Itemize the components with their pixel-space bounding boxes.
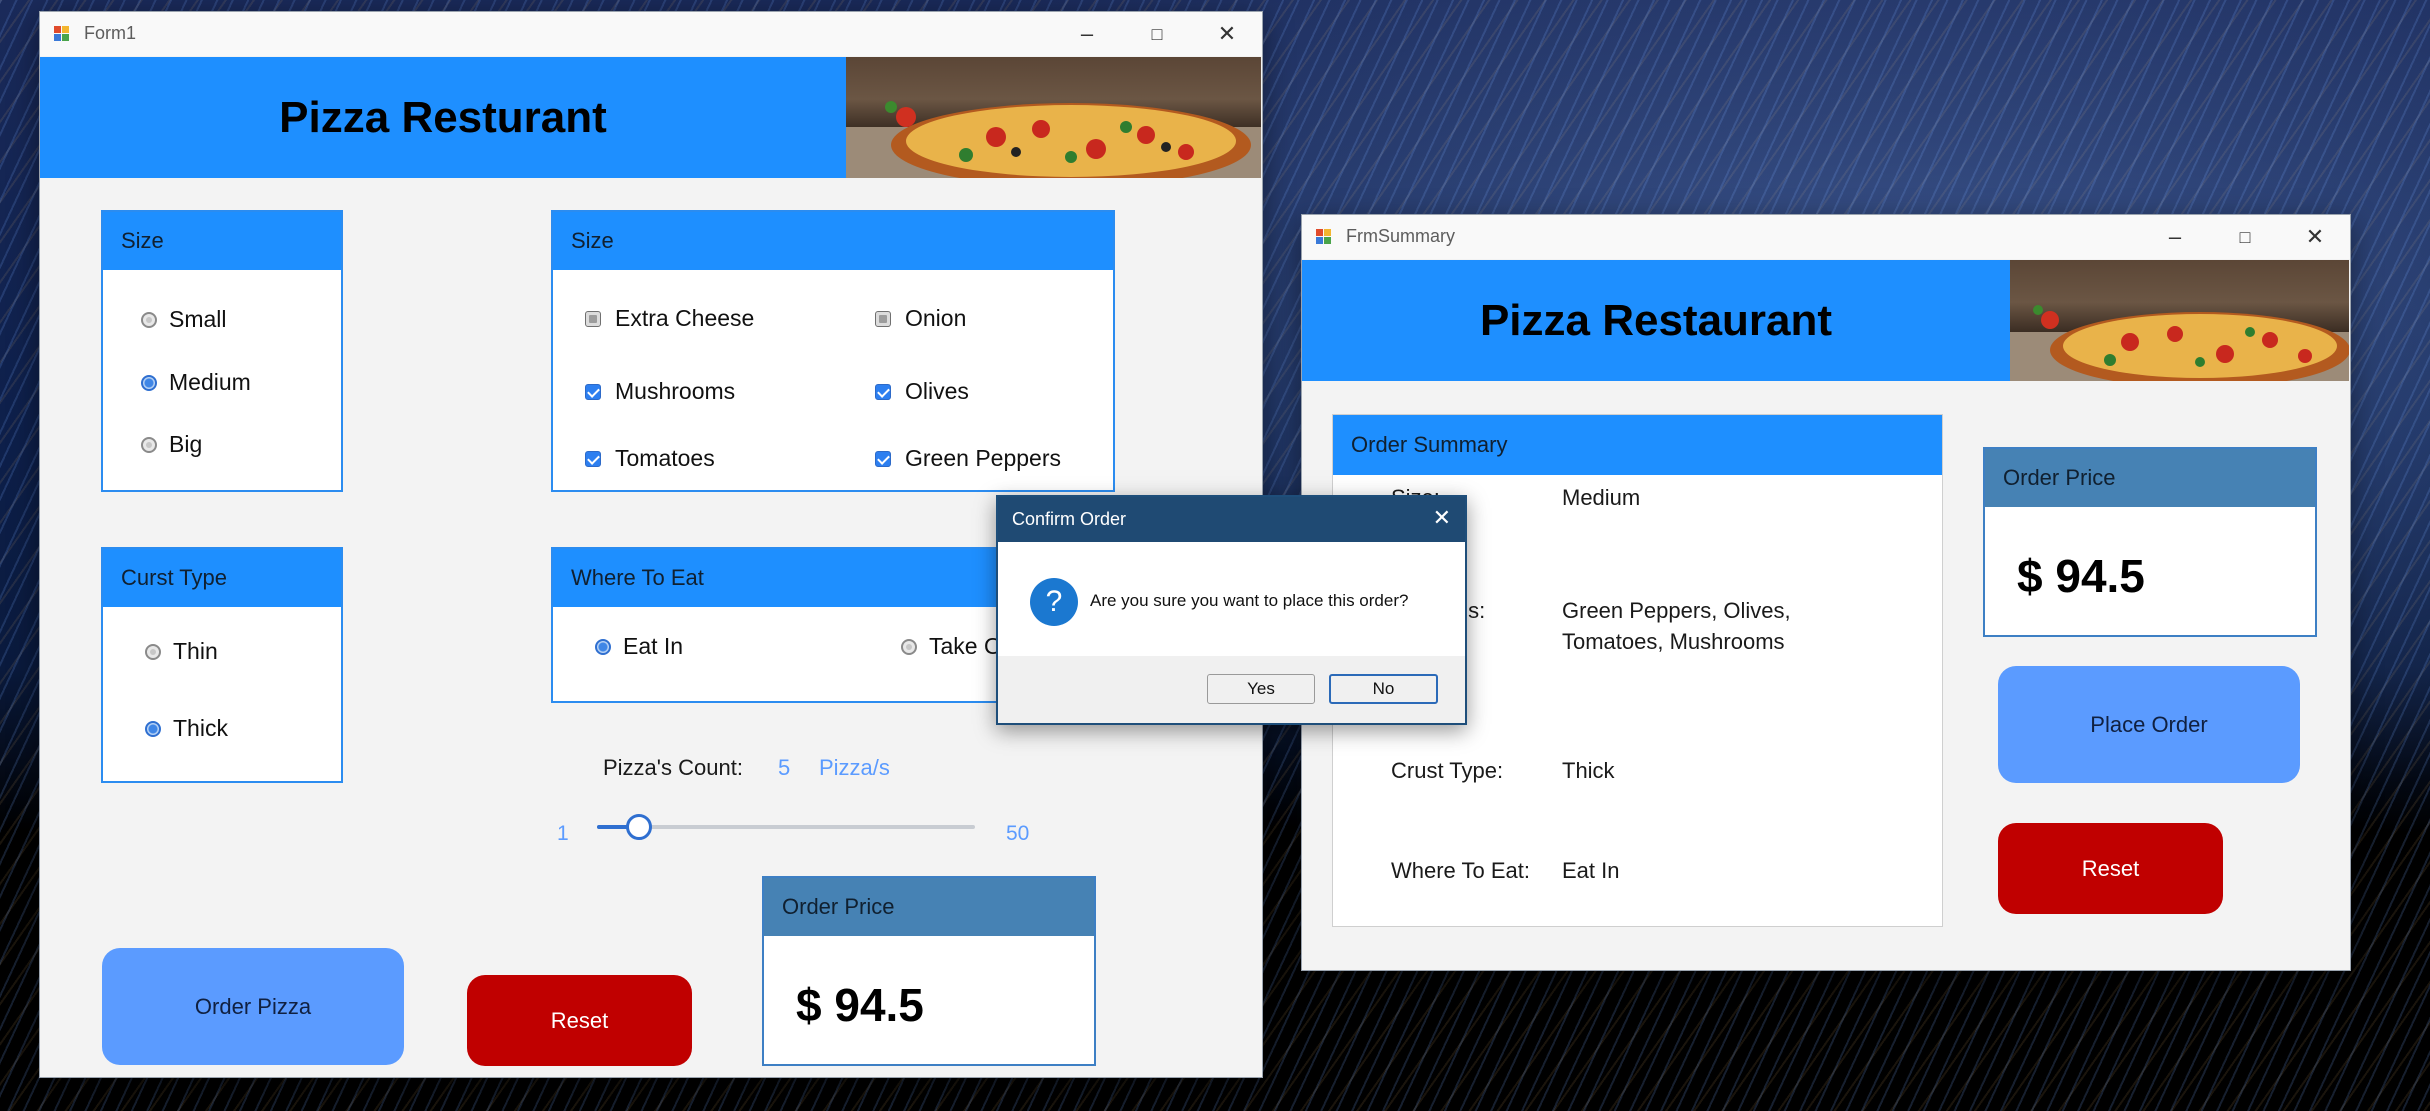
summary-reset-button[interactable]: Reset (1998, 823, 2223, 914)
checkbox-tomatoes-label: Tomatoes (615, 445, 715, 471)
order-summary-header: Order Summary (1333, 415, 1942, 475)
yes-button[interactable]: Yes (1207, 674, 1315, 704)
summary-where-value: Eat In (1562, 858, 1620, 883)
radio-big-label: Big (169, 431, 203, 457)
maximize-icon[interactable]: □ (1122, 12, 1192, 56)
radio-big[interactable]: Big (141, 431, 202, 458)
radio-icon (901, 638, 917, 655)
summary-order-price-panel: Order Price $ 94.5 (1983, 447, 2317, 637)
maximize-icon[interactable]: □ (2210, 215, 2280, 259)
dialog-title: Confirm Order (1012, 509, 1127, 529)
pizza-illustration (2010, 305, 2349, 381)
order-pizza-button[interactable]: Order Pizza (102, 948, 404, 1065)
summary-toppings-value-line1: Green Peppers, Olives, (1562, 598, 1791, 623)
dialog-body: ? Are you sure you want to place this or… (998, 542, 1465, 656)
form1-banner: Pizza Resturant (40, 57, 846, 178)
summary-order-price-value: $ 94.5 (2017, 550, 2145, 602)
pizza-count-unit: Pizza/s (819, 755, 890, 780)
radio-icon (595, 638, 611, 655)
place-order-button[interactable]: Place Order (1998, 666, 2300, 783)
radio-icon (141, 374, 157, 391)
summary-size-value: Medium (1562, 485, 1641, 510)
slider-min-label: 1 (557, 822, 569, 845)
checkbox-icon (585, 450, 601, 467)
no-button[interactable]: No (1329, 674, 1438, 704)
pizza-image (2010, 260, 2349, 381)
crust-group-header: Curst Type (103, 549, 341, 607)
slider-track (597, 825, 975, 829)
checkbox-olives-label: Olives (905, 378, 969, 404)
radio-icon (141, 436, 157, 453)
order-price-panel: Order Price $ 94.5 (762, 876, 1096, 1066)
summary-titlebar[interactable]: FrmSummary – □ ✕ (1302, 215, 2350, 259)
checkbox-green-peppers-label: Green Peppers (905, 445, 1061, 471)
radio-thin-label: Thin (173, 638, 218, 664)
banner-title: Pizza Restaurant (1479, 295, 1833, 345)
checkbox-green-peppers[interactable]: Green Peppers (875, 445, 1061, 472)
radio-small-label: Small (169, 306, 227, 332)
confirm-dialog: Confirm Order ✕ ? Are you sure you want … (996, 495, 1467, 725)
order-price-header: Order Price (764, 878, 1094, 936)
radio-medium[interactable]: Medium (141, 369, 251, 396)
order-price-value: $ 94.5 (796, 979, 924, 1031)
pizza-image (846, 57, 1261, 178)
pizza-count-label: Pizza's Count: (603, 755, 743, 780)
checkbox-tomatoes[interactable]: Tomatoes (585, 445, 715, 472)
size-group-header: Size (103, 212, 341, 270)
pizza-count-slider[interactable] (597, 812, 975, 842)
checkbox-icon (875, 450, 891, 467)
summary-where-label: Where To Eat: (1391, 858, 1530, 883)
crust-group: Curst Type Thin Thick (101, 547, 343, 783)
radio-thin[interactable]: Thin (145, 638, 218, 665)
checkbox-olives[interactable]: Olives (875, 378, 969, 405)
dialog-titlebar[interactable]: Confirm Order ✕ (998, 497, 1465, 542)
summary-crust-value: Thick (1562, 758, 1615, 783)
summary-toppings-value-line2: Tomatoes, Mushrooms (1562, 629, 1785, 654)
form1-titlebar[interactable]: Form1 – □ ✕ (40, 12, 1262, 56)
pizza-illustration (846, 101, 1261, 178)
slider-max-label: 50 (1006, 822, 1030, 845)
checkbox-mushrooms[interactable]: Mushrooms (585, 378, 735, 405)
summary-crust-label: Crust Type: (1391, 758, 1504, 783)
reset-button[interactable]: Reset (467, 975, 692, 1066)
toppings-group: Size Extra Cheese Onion Mushrooms Olives… (551, 210, 1115, 492)
slider-thumb[interactable] (625, 814, 652, 840)
checkbox-mushrooms-label: Mushrooms (615, 378, 736, 404)
radio-small[interactable]: Small (141, 306, 227, 333)
radio-medium-label: Medium (169, 369, 251, 395)
question-icon: ? (1030, 578, 1078, 626)
size-group: Size Small Medium Big (101, 210, 343, 492)
radio-eat-in[interactable]: Eat In (595, 633, 683, 660)
checkbox-onion[interactable]: Onion (875, 305, 966, 332)
checkbox-extra-cheese-label: Extra Cheese (615, 305, 755, 331)
checkbox-icon (585, 383, 601, 400)
close-icon[interactable]: ✕ (1192, 12, 1262, 56)
radio-icon (145, 720, 161, 737)
checkbox-onion-label: Onion (905, 305, 967, 331)
pizza-count-value: 5 (778, 755, 791, 780)
banner-title: Pizza Resturant (279, 92, 607, 142)
checkbox-icon (585, 310, 601, 327)
radio-eat-in-label: Eat In (623, 633, 684, 659)
dialog-close-icon[interactable]: ✕ (1433, 505, 1451, 531)
dialog-message: Are you sure you want to place this orde… (1090, 591, 1409, 610)
dialog-footer: Yes No (998, 656, 1465, 723)
minimize-icon[interactable]: – (1052, 12, 1122, 56)
summary-order-price-header: Order Price (1985, 449, 2315, 507)
close-icon[interactable]: ✕ (2280, 215, 2350, 259)
radio-icon (145, 643, 161, 660)
window-title: Form1 (84, 23, 137, 43)
window-title: FrmSummary (1346, 226, 1455, 246)
checkbox-icon (875, 383, 891, 400)
toppings-group-header: Size (553, 212, 1113, 270)
minimize-icon[interactable]: – (2140, 215, 2210, 259)
summary-banner: Pizza Restaurant (1302, 260, 2010, 381)
app-icon (54, 26, 70, 42)
radio-thick[interactable]: Thick (145, 715, 228, 742)
app-icon (1316, 229, 1332, 245)
checkbox-extra-cheese[interactable]: Extra Cheese (585, 305, 754, 332)
radio-thick-label: Thick (173, 715, 228, 741)
radio-icon (141, 311, 157, 328)
checkbox-icon (875, 310, 891, 327)
